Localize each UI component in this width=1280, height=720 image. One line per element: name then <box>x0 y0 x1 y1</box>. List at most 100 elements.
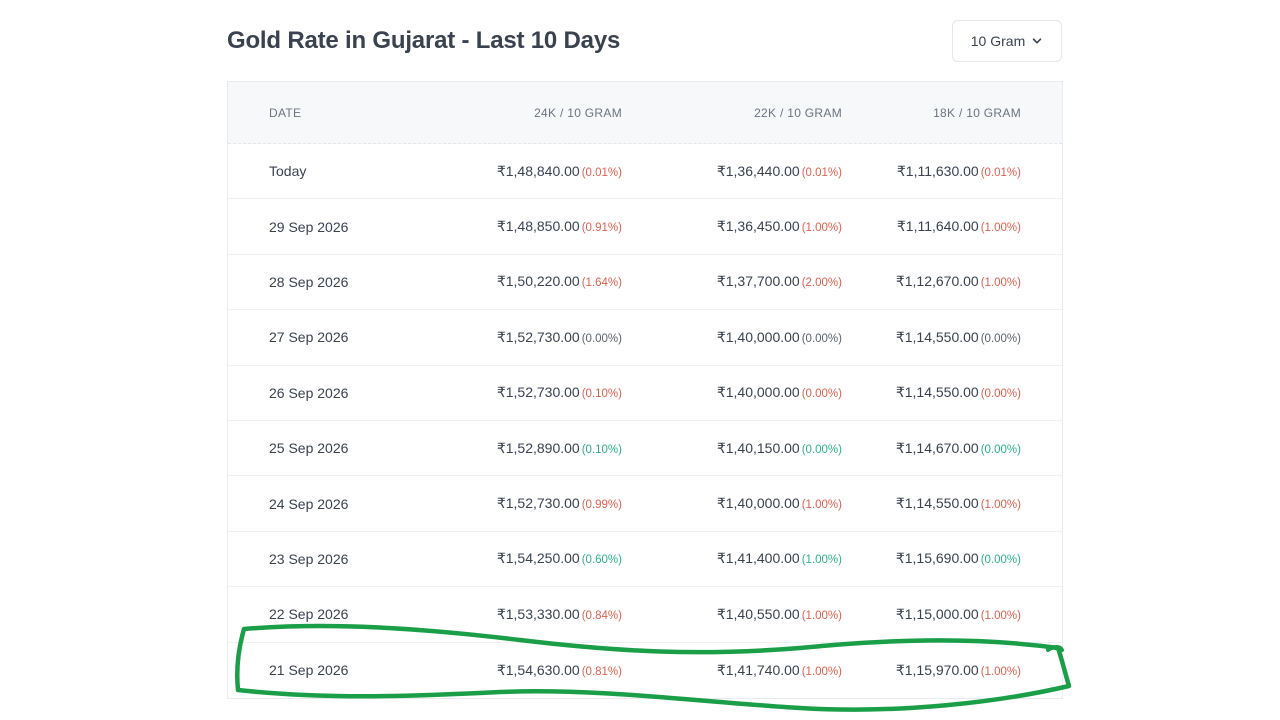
table-row: 28 Sep 2026 ₹1,50,220.00 (1.64%) ₹1,37,700.… <box>228 255 1062 311</box>
table-row: 21 Sep 2026 ₹1,54,630.00 (0.81%) ₹1,41,740.… <box>228 643 1062 698</box>
rate-change: (0.00%) <box>980 388 1021 401</box>
rate-change: (0.00%) <box>581 332 622 345</box>
rate-cell-k22: ₹1,36,450.00 (1.00%) <box>622 218 842 235</box>
rate-cell-k24: ₹1,54,250.00 (0.60%) <box>428 550 622 567</box>
rate-price: ₹1,52,730.00 <box>496 328 580 345</box>
rate-price: ₹1,52,730.00 <box>496 495 580 512</box>
table-row: 23 Sep 2026 ₹1,54,250.00 (0.60%) ₹1,41,400.… <box>228 532 1062 588</box>
rate-cell-k22: ₹1,41,740.00 (1.00%) <box>622 662 842 679</box>
rate-price: ₹1,40,000.00 <box>716 495 800 512</box>
rate-price: ₹1,40,000.00 <box>716 328 800 345</box>
rate-cell-k22: ₹1,37,700.00 (2.00%) <box>622 273 842 290</box>
rate-price: ₹1,53,330.00 <box>496 605 580 622</box>
rate-change: (0.00%) <box>980 443 1021 456</box>
row-date: 28 Sep 2026 <box>269 273 349 290</box>
rate-cell-k18: ₹1,14,550.00 (0.00%) <box>842 329 1021 346</box>
rate-change: (1.00%) <box>801 609 842 622</box>
rate-change: (1.00%) <box>980 277 1021 290</box>
rate-cell-k24: ₹1,53,330.00 (0.84%) <box>428 606 622 623</box>
row-date: Today <box>269 163 307 180</box>
rate-change: (1.00%) <box>980 665 1021 678</box>
rate-price: ₹1,52,730.00 <box>496 384 580 401</box>
page-title: Gold Rate in Gujarat - Last 10 Days <box>227 27 621 54</box>
table-row: 29 Sep 2026 ₹1,48,850.00 (0.91%) ₹1,36,450.… <box>228 199 1062 255</box>
rate-change: (0.01%) <box>801 166 842 179</box>
rate-price: ₹1,11,630.00 <box>896 162 979 179</box>
rate-cell-k22: ₹1,40,550.00 (1.00%) <box>622 606 842 623</box>
rate-price: ₹1,14,550.00 <box>895 495 979 512</box>
rate-price: ₹1,48,850.00 <box>496 218 580 235</box>
rate-change: (0.00%) <box>801 332 842 345</box>
rate-cell-k24: ₹1,52,730.00 (0.99%) <box>428 495 622 512</box>
rate-price: ₹1,15,970.00 <box>895 661 979 678</box>
rate-price: ₹1,41,400.00 <box>716 550 800 567</box>
table-body: Today ₹1,48,840.00 (0.01%) ₹1,36,440.00 (0.0… <box>228 144 1062 698</box>
rate-cell-k22: ₹1,41,400.00 (1.00%) <box>622 550 842 567</box>
rate-change: (1.00%) <box>801 554 842 567</box>
rate-cell-k18: ₹1,15,000.00 (1.00%) <box>842 606 1021 623</box>
table-header: DATE 24K / 10 GRAM 22K / 10 GRAM 18K / 1… <box>228 82 1062 144</box>
rate-price: ₹1,40,000.00 <box>716 384 800 401</box>
rate-change: (1.00%) <box>980 609 1021 622</box>
rate-price: ₹1,14,550.00 <box>895 328 979 345</box>
rate-price: ₹1,41,740.00 <box>716 661 800 678</box>
row-date: 29 Sep 2026 <box>269 218 349 235</box>
rate-cell-k18: ₹1,14,550.00 (0.00%) <box>842 384 1021 401</box>
rate-cell-k18: ₹1,15,690.00 (0.00%) <box>842 550 1021 567</box>
rate-change: (0.00%) <box>980 554 1021 567</box>
rate-price: ₹1,36,440.00 <box>716 162 800 179</box>
rate-change: (0.81%) <box>581 665 622 678</box>
row-date: 21 Sep 2026 <box>269 662 349 679</box>
rate-change: (0.01%) <box>581 166 622 179</box>
table-row: 25 Sep 2026 ₹1,52,890.00 (0.10%) ₹1,40,150.… <box>228 421 1062 477</box>
rate-cell-k18: ₹1,12,670.00 (1.00%) <box>842 273 1021 290</box>
rate-change: (0.60%) <box>581 554 622 567</box>
rate-cell-k18: ₹1,14,550.00 (1.00%) <box>842 495 1021 512</box>
rate-price: ₹1,40,550.00 <box>716 605 800 622</box>
header-22k: 22K / 10 GRAM <box>754 105 842 120</box>
rate-cell-k22: ₹1,36,440.00 (0.01%) <box>622 163 842 180</box>
header-18k: 18K / 10 GRAM <box>933 105 1021 120</box>
rate-price: ₹1,40,150.00 <box>716 439 800 456</box>
gold-rate-table: DATE 24K / 10 GRAM 22K / 10 GRAM 18K / 1… <box>227 81 1063 699</box>
rate-price: ₹1,37,700.00 <box>716 273 800 290</box>
rate-price: ₹1,36,450.00 <box>716 218 800 235</box>
table-row: 26 Sep 2026 ₹1,52,730.00 (0.10%) ₹1,40,000.… <box>228 366 1062 421</box>
rate-cell-k22: ₹1,40,000.00 (1.00%) <box>622 495 842 512</box>
rate-cell-k24: ₹1,52,890.00 (0.10%) <box>428 440 622 457</box>
rate-change: (0.91%) <box>581 222 622 235</box>
rate-cell-k18: ₹1,15,970.00 (1.00%) <box>842 662 1021 679</box>
rate-cell-k24: ₹1,52,730.00 (0.10%) <box>428 384 622 401</box>
rate-change: (0.00%) <box>980 332 1021 345</box>
rate-cell-k24: ₹1,48,840.00 (0.01%) <box>428 163 622 180</box>
rate-cell-k18: ₹1,11,630.00 (0.01%) <box>842 163 1021 180</box>
row-date: 26 Sep 2026 <box>269 384 349 401</box>
rate-change: (0.84%) <box>581 609 622 622</box>
rate-change: (1.00%) <box>801 499 842 512</box>
unit-dropdown-value: 10 Gram <box>970 33 1026 49</box>
table-row: 27 Sep 2026 ₹1,52,730.00 (0.00%) ₹1,40,000.… <box>228 310 1062 366</box>
header-date: DATE <box>269 105 302 120</box>
chevron-down-icon <box>1032 38 1042 44</box>
rate-price: ₹1,54,250.00 <box>496 550 580 567</box>
rate-change: (0.01%) <box>980 166 1021 179</box>
rate-price: ₹1,11,640.00 <box>896 218 979 235</box>
rate-price: ₹1,54,630.00 <box>496 661 580 678</box>
rate-price: ₹1,14,550.00 <box>895 384 979 401</box>
rate-cell-k24: ₹1,50,220.00 (1.64%) <box>428 273 622 290</box>
unit-dropdown[interactable]: 10 Gram <box>952 20 1062 62</box>
table-row: 22 Sep 2026 ₹1,53,330.00 (0.84%) ₹1,40,550.… <box>228 587 1062 643</box>
rate-change: (1.00%) <box>801 665 842 678</box>
rate-cell-k22: ₹1,40,150.00 (0.00%) <box>622 440 842 457</box>
rate-change: (0.10%) <box>581 388 622 401</box>
row-date: 24 Sep 2026 <box>269 495 349 512</box>
rate-cell-k18: ₹1,11,640.00 (1.00%) <box>842 218 1021 235</box>
rate-price: ₹1,50,220.00 <box>496 273 580 290</box>
row-date: 25 Sep 2026 <box>269 440 349 457</box>
rate-cell-k22: ₹1,40,000.00 (0.00%) <box>622 384 842 401</box>
rate-change: (1.00%) <box>980 499 1021 512</box>
rate-cell-k24: ₹1,48,850.00 (0.91%) <box>428 218 622 235</box>
rate-price: ₹1,15,000.00 <box>895 605 979 622</box>
table-row: Today ₹1,48,840.00 (0.01%) ₹1,36,440.00 (0.0… <box>228 144 1062 200</box>
rate-price: ₹1,15,690.00 <box>895 550 979 567</box>
